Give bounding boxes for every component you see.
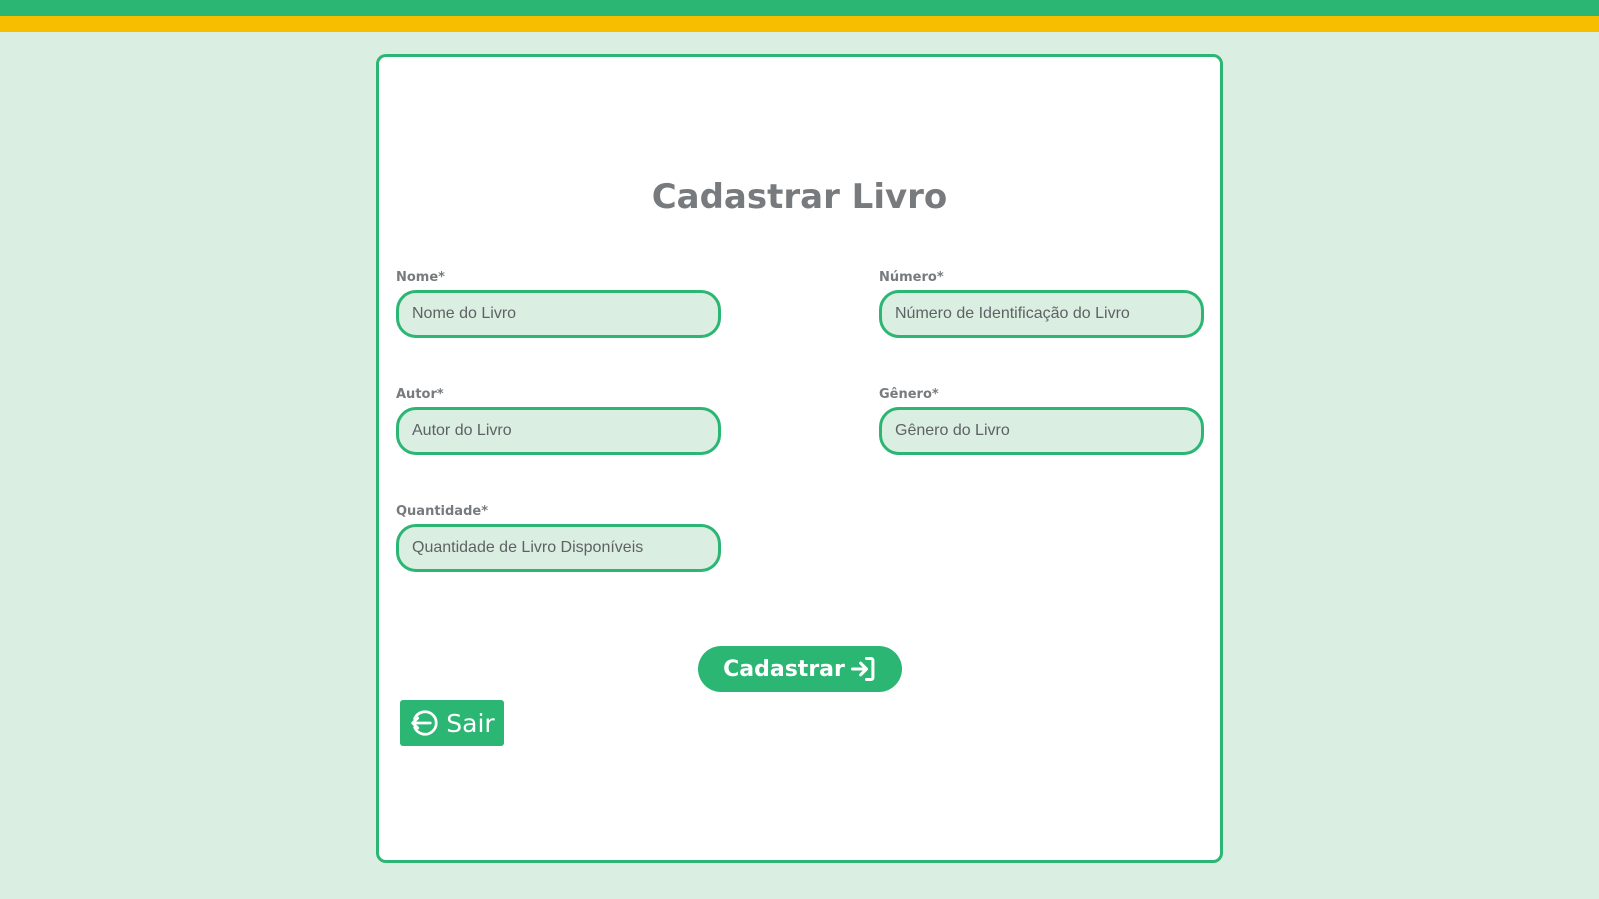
field-genero: Gênero* (879, 387, 1204, 455)
field-quantidade: Quantidade* (396, 504, 721, 572)
register-book-card: Cadastrar Livro Nome* Número* Autor* Gên… (376, 54, 1223, 863)
sair-button[interactable]: Sair (400, 700, 504, 746)
quantidade-label: Quantidade* (396, 504, 489, 519)
login-arrow-icon (850, 656, 875, 682)
logout-arrow-icon (411, 710, 438, 736)
autor-input[interactable] (396, 407, 721, 455)
numero-label: Número* (879, 270, 944, 285)
quantidade-input[interactable] (396, 524, 721, 572)
header-stripe-yellow (0, 16, 1599, 32)
cadastrar-button-label: Cadastrar (723, 656, 845, 682)
cadastrar-button[interactable]: Cadastrar (698, 646, 902, 692)
autor-label: Autor* (396, 387, 444, 402)
field-autor: Autor* (396, 387, 721, 455)
genero-label: Gênero* (879, 387, 939, 402)
field-nome: Nome* (396, 270, 721, 338)
header-stripe-green (0, 0, 1599, 16)
nome-input[interactable] (396, 290, 721, 338)
numero-input[interactable] (879, 290, 1204, 338)
genero-input[interactable] (879, 407, 1204, 455)
sair-button-label: Sair (446, 708, 495, 738)
field-numero: Número* (879, 270, 1204, 338)
nome-label: Nome* (396, 270, 445, 285)
page-title: Cadastrar Livro (651, 177, 948, 217)
